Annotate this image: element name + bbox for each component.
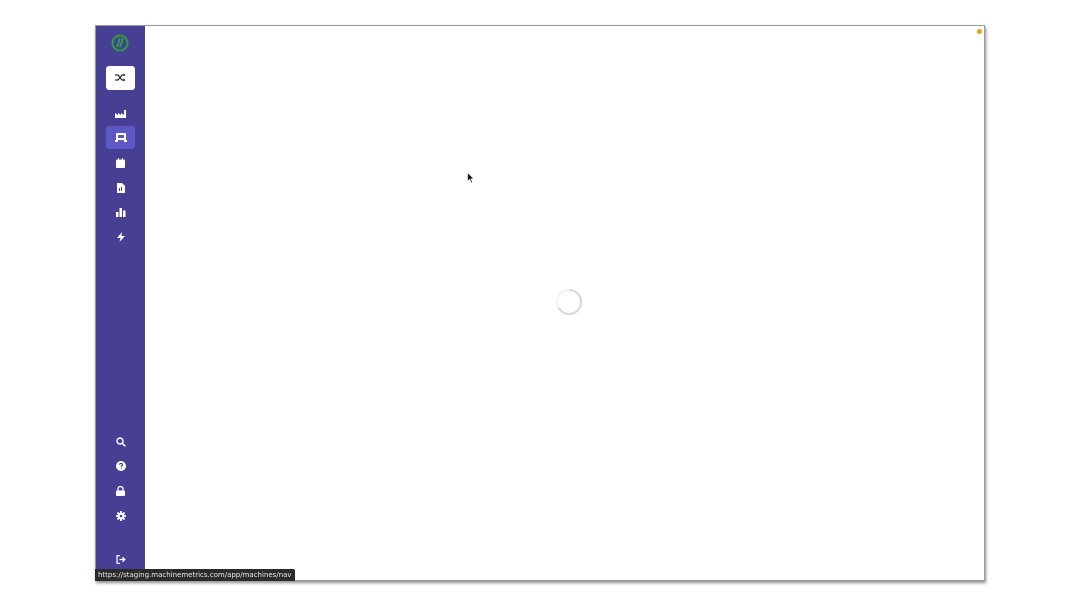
mouse-cursor-icon [467, 171, 475, 184]
gear-icon [115, 510, 126, 521]
sidebar-item-alerts[interactable] [106, 225, 135, 248]
sidebar-item-machines[interactable] [106, 126, 135, 149]
sidebar-item-security[interactable] [106, 479, 135, 502]
status-bar-url: https://staging.machinemetrics.com/app/m… [95, 569, 295, 581]
sidebar-item-logout[interactable] [106, 548, 135, 571]
sidebar-item-calendar[interactable] [106, 151, 135, 174]
report-icon [116, 182, 125, 193]
help-icon [115, 460, 126, 471]
app-window [95, 25, 985, 581]
sidebar [96, 26, 145, 580]
logout-icon [115, 555, 126, 564]
calendar-icon [116, 157, 125, 168]
sidebar-item-settings[interactable] [106, 504, 135, 527]
bar-chart-icon [115, 208, 126, 217]
notification-dot [977, 29, 982, 34]
main-content [145, 26, 984, 580]
machine-icon [114, 133, 127, 142]
search-icon [115, 436, 126, 447]
bolt-icon [116, 231, 125, 242]
loading-spinner-icon [555, 288, 583, 316]
lock-icon [116, 485, 125, 496]
factory-icon [115, 109, 126, 118]
shuffle-icon [115, 69, 126, 87]
switch-view-button[interactable] [106, 66, 135, 90]
sidebar-item-reports[interactable] [106, 176, 135, 199]
sidebar-item-search[interactable] [106, 430, 135, 453]
sidebar-item-factory[interactable] [106, 102, 135, 125]
machinemetrics-logo[interactable] [111, 34, 129, 52]
sidebar-item-charts[interactable] [106, 201, 135, 224]
sidebar-item-help[interactable] [106, 454, 135, 477]
